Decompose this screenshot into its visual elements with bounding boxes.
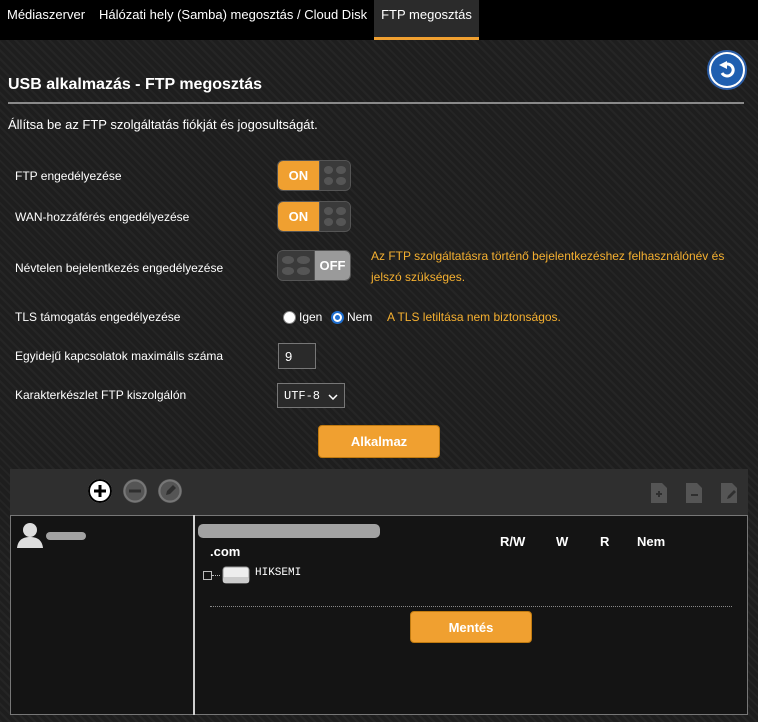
page-title: USB alkalmazás - FTP megosztás — [8, 76, 263, 93]
remove-account-icon[interactable] — [123, 479, 147, 503]
user-icon[interactable] — [15, 521, 45, 554]
tree-connector — [212, 575, 220, 576]
toggle-knob — [318, 202, 350, 231]
tab-media-server[interactable]: Médiaszerver — [0, 0, 92, 40]
remove-folder-icon[interactable] — [683, 482, 705, 504]
separator-line — [210, 606, 732, 607]
charset-value: UTF-8 — [284, 388, 321, 403]
edit-folder-icon[interactable] — [718, 482, 740, 504]
radio-label: Nem — [347, 310, 373, 324]
redacted-account-name — [198, 524, 380, 538]
tls-label: TLS támogatás engedélyezése — [15, 310, 181, 324]
edit-account-icon[interactable] — [158, 479, 182, 503]
panel-divider — [193, 515, 195, 715]
toggle-knob — [278, 251, 315, 280]
charset-select[interactable]: UTF-8 — [277, 383, 345, 408]
radio-circle — [283, 310, 296, 324]
tab-samba-share[interactable]: Hálózati hely (Samba) megosztás / Cloud … — [92, 0, 374, 40]
add-folder-icon[interactable] — [648, 482, 670, 504]
save-button[interactable]: Mentés — [410, 611, 532, 643]
max-connections-label: Egyidejű kapcsolatok maximális száma — [15, 349, 224, 363]
toggle-knob — [318, 161, 350, 190]
max-connections-input[interactable] — [278, 343, 316, 369]
back-arrow-icon — [711, 54, 743, 86]
hint-line-1: Az FTP szolgáltatásra történő bejelentke… — [371, 249, 725, 263]
drive-icon — [222, 566, 250, 589]
anonymous-login-hint: Az FTP szolgáltatásra történő bejelentke… — [371, 246, 724, 288]
page-description: Állítsa be az FTP szolgáltatás fiókját é… — [8, 117, 318, 132]
tls-no-radio[interactable]: Nem — [331, 310, 372, 324]
back-button[interactable] — [707, 50, 747, 90]
apply-button[interactable]: Alkalmaz — [318, 425, 440, 458]
anonymous-login-label: Névtelen bejelentkezés engedélyezése — [15, 261, 224, 275]
ftp-enable-label: FTP engedélyezése — [15, 169, 122, 183]
toggle-off-text: OFF — [314, 251, 350, 280]
radio-label: Igen — [299, 310, 323, 324]
tab-ftp-share[interactable]: FTP megosztás — [374, 0, 479, 40]
tls-yes-radio[interactable]: Igen — [283, 310, 322, 324]
tls-hint: A TLS letiltása nem biztonságos. — [387, 310, 561, 324]
col-header-rw: R/W — [500, 534, 526, 549]
wan-access-label: WAN-hozzáférés engedélyezése — [15, 210, 190, 224]
radio-circle-checked — [331, 310, 344, 324]
charset-label: Karakterkészlet FTP kiszolgálón — [15, 388, 187, 402]
account-domain: .com — [210, 544, 241, 559]
folder-name[interactable]: HIKSEMI — [255, 567, 301, 579]
expand-toggle[interactable] — [203, 571, 212, 580]
wan-access-toggle[interactable]: ON — [277, 201, 351, 232]
col-header-r: R — [600, 534, 610, 549]
toggle-on-text: ON — [278, 202, 319, 231]
hint-line-2: jelszó szükséges. — [371, 270, 466, 284]
add-account-icon[interactable] — [88, 479, 112, 503]
title-divider — [8, 102, 744, 104]
col-header-none: Nem — [637, 534, 666, 549]
chevron-down-icon — [328, 389, 338, 403]
account-toolbar — [10, 469, 748, 515]
anonymous-login-toggle[interactable]: OFF — [277, 250, 351, 281]
redacted-username — [46, 532, 86, 540]
toggle-on-text: ON — [278, 161, 319, 190]
ftp-enable-toggle[interactable]: ON — [277, 160, 351, 191]
col-header-w: W — [556, 534, 569, 549]
tab-bar: Médiaszerver Hálózati hely (Samba) megos… — [0, 0, 758, 40]
